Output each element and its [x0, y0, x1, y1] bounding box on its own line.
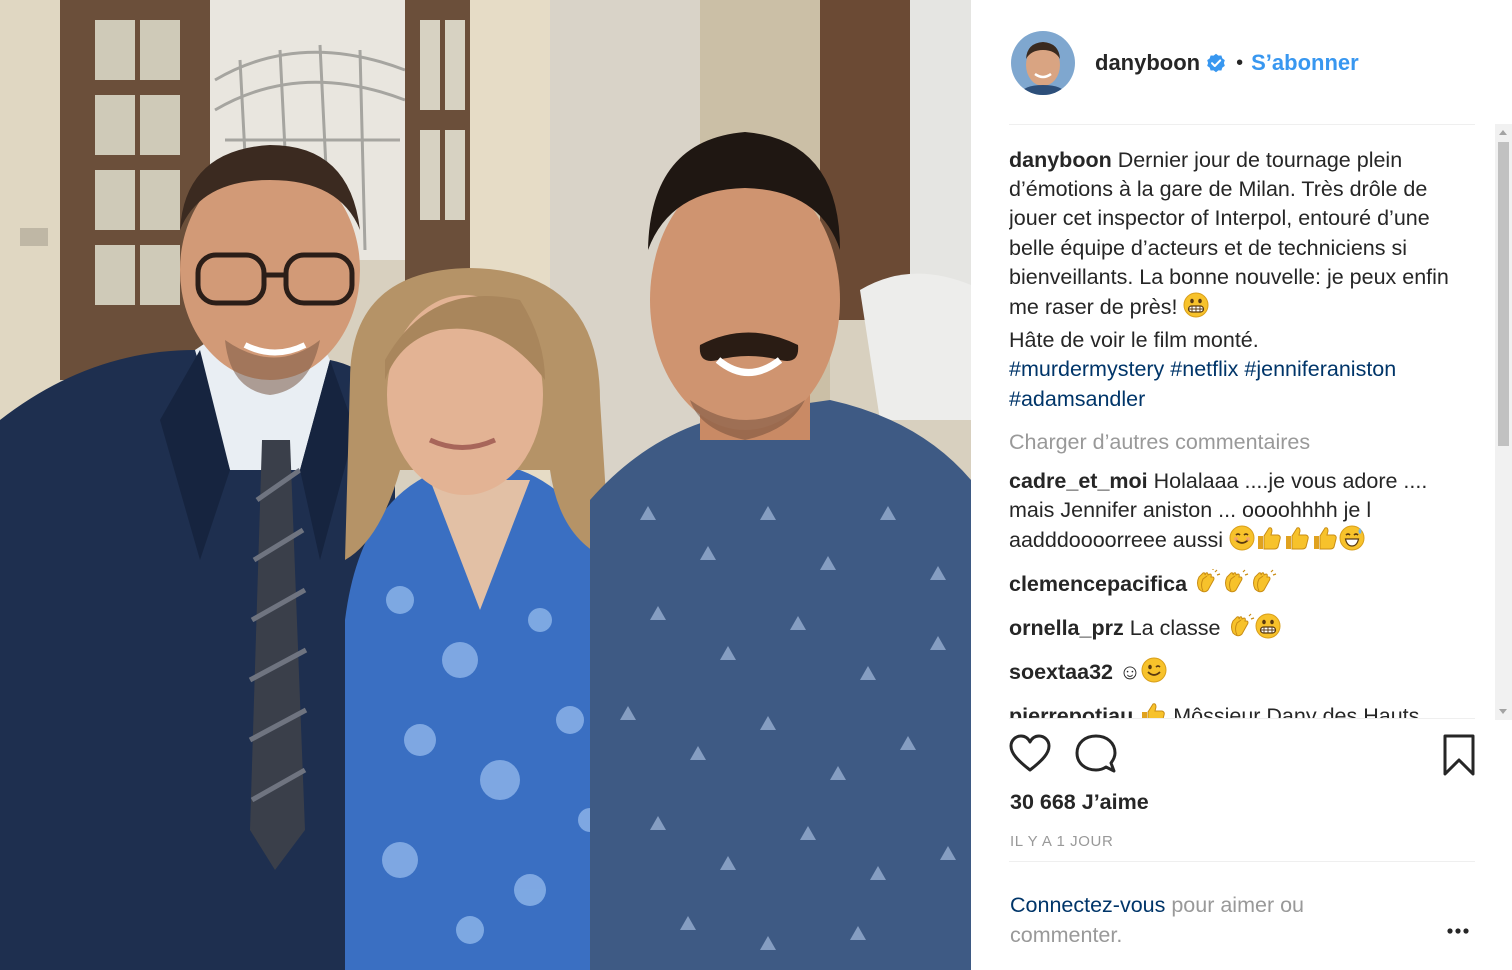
bookmark-icon[interactable] — [1441, 734, 1477, 781]
wink-emoji — [1141, 657, 1167, 691]
comment-text: ☺ — [1118, 659, 1141, 684]
login-prompt: Connectez-vous pour aimer ou commenter. — [1010, 891, 1390, 950]
header-separator: • — [1236, 51, 1244, 74]
post-photo[interactable] — [0, 0, 971, 970]
hashtag-link[interactable]: #murdermystery — [1009, 357, 1164, 381]
login-link[interactable]: Connectez-vous — [1010, 893, 1165, 917]
grin-emoji — [1255, 613, 1281, 647]
load-more-comments[interactable]: Charger d’autres commentaires — [1009, 428, 1449, 457]
caption-text-2: Hâte de voir le film monté. — [1009, 328, 1259, 353]
hashtag-link[interactable]: #netflix — [1170, 357, 1238, 381]
avatar-image — [1011, 31, 1075, 95]
header-username[interactable]: danyboon — [1095, 50, 1200, 76]
thumbs-up-emoji — [1311, 525, 1339, 559]
thumbs-up-emoji — [1283, 525, 1311, 559]
follow-button[interactable]: S’abonner — [1251, 50, 1359, 76]
thumbs-up-emoji — [1139, 701, 1167, 718]
comment-username[interactable]: cadre_et_moi — [1009, 469, 1148, 493]
comment-item: pierrepotiau Môssieur Dany des Hauts de … — [1009, 701, 1449, 718]
caption: danyboon Dernier jour de tournage plein … — [1009, 146, 1449, 414]
clapping-emoji — [1193, 568, 1221, 603]
thumbs-up-emoji — [1255, 525, 1283, 559]
comment-item: soextaa32 ☺ — [1009, 657, 1449, 691]
post-header: danyboon • S’abonner — [1011, 28, 1359, 98]
caption-username[interactable]: danyboon — [1009, 148, 1112, 172]
footer-divider — [1009, 861, 1475, 862]
comment-username[interactable]: soextaa32 — [1009, 660, 1113, 684]
comment-username[interactable]: ornella_prz — [1009, 616, 1124, 640]
comments-scrollbar[interactable] — [1495, 124, 1512, 720]
scroll-up-arrow-icon[interactable] — [1499, 130, 1507, 135]
likes-count[interactable]: 30 668 J’aime — [1010, 790, 1149, 815]
hashtag-link[interactable]: #adamsandler — [1009, 387, 1145, 411]
comment-item: clemencepacifica — [1009, 568, 1449, 603]
grin-emoji — [1183, 292, 1209, 326]
post-actions — [1009, 734, 1481, 778]
more-options-icon[interactable] — [1445, 920, 1471, 947]
comment-username[interactable]: clemencepacifica — [1009, 572, 1187, 596]
post-timestamp[interactable]: IL Y A 1 JOUR — [1010, 833, 1113, 850]
photo-illustration — [0, 0, 971, 970]
caption-text: Dernier jour de tournage plein d’émotion… — [1009, 148, 1449, 320]
clapping-emoji — [1227, 613, 1255, 647]
post-side-panel: danyboon • S’abonner danyboon Dernier jo… — [971, 0, 1512, 970]
verified-badge-icon — [1206, 53, 1226, 73]
avatar[interactable] — [1011, 31, 1075, 95]
comment-item: cadre_et_moi Holalaaa ....je vous adore … — [1009, 467, 1449, 560]
scroll-down-arrow-icon[interactable] — [1499, 709, 1507, 714]
comment-icon[interactable] — [1075, 734, 1117, 779]
sweat-smile-emoji — [1339, 525, 1365, 559]
heart-icon[interactable] — [1009, 734, 1051, 779]
clapping-emoji — [1249, 569, 1277, 603]
comment-text: La classe — [1129, 616, 1221, 641]
actions-divider — [1009, 718, 1475, 719]
header-divider — [1009, 124, 1475, 125]
scrollbar-thumb[interactable] — [1498, 142, 1509, 446]
smile-emoji — [1229, 525, 1255, 559]
hashtag-link[interactable]: #jenniferaniston — [1244, 357, 1396, 381]
comment-item: ornella_prz La classe — [1009, 613, 1449, 647]
clapping-emoji — [1221, 569, 1249, 603]
comment-username[interactable]: pierrepotiau — [1009, 704, 1133, 718]
comments-list[interactable]: danyboon Dernier jour de tournage plein … — [1009, 146, 1449, 718]
